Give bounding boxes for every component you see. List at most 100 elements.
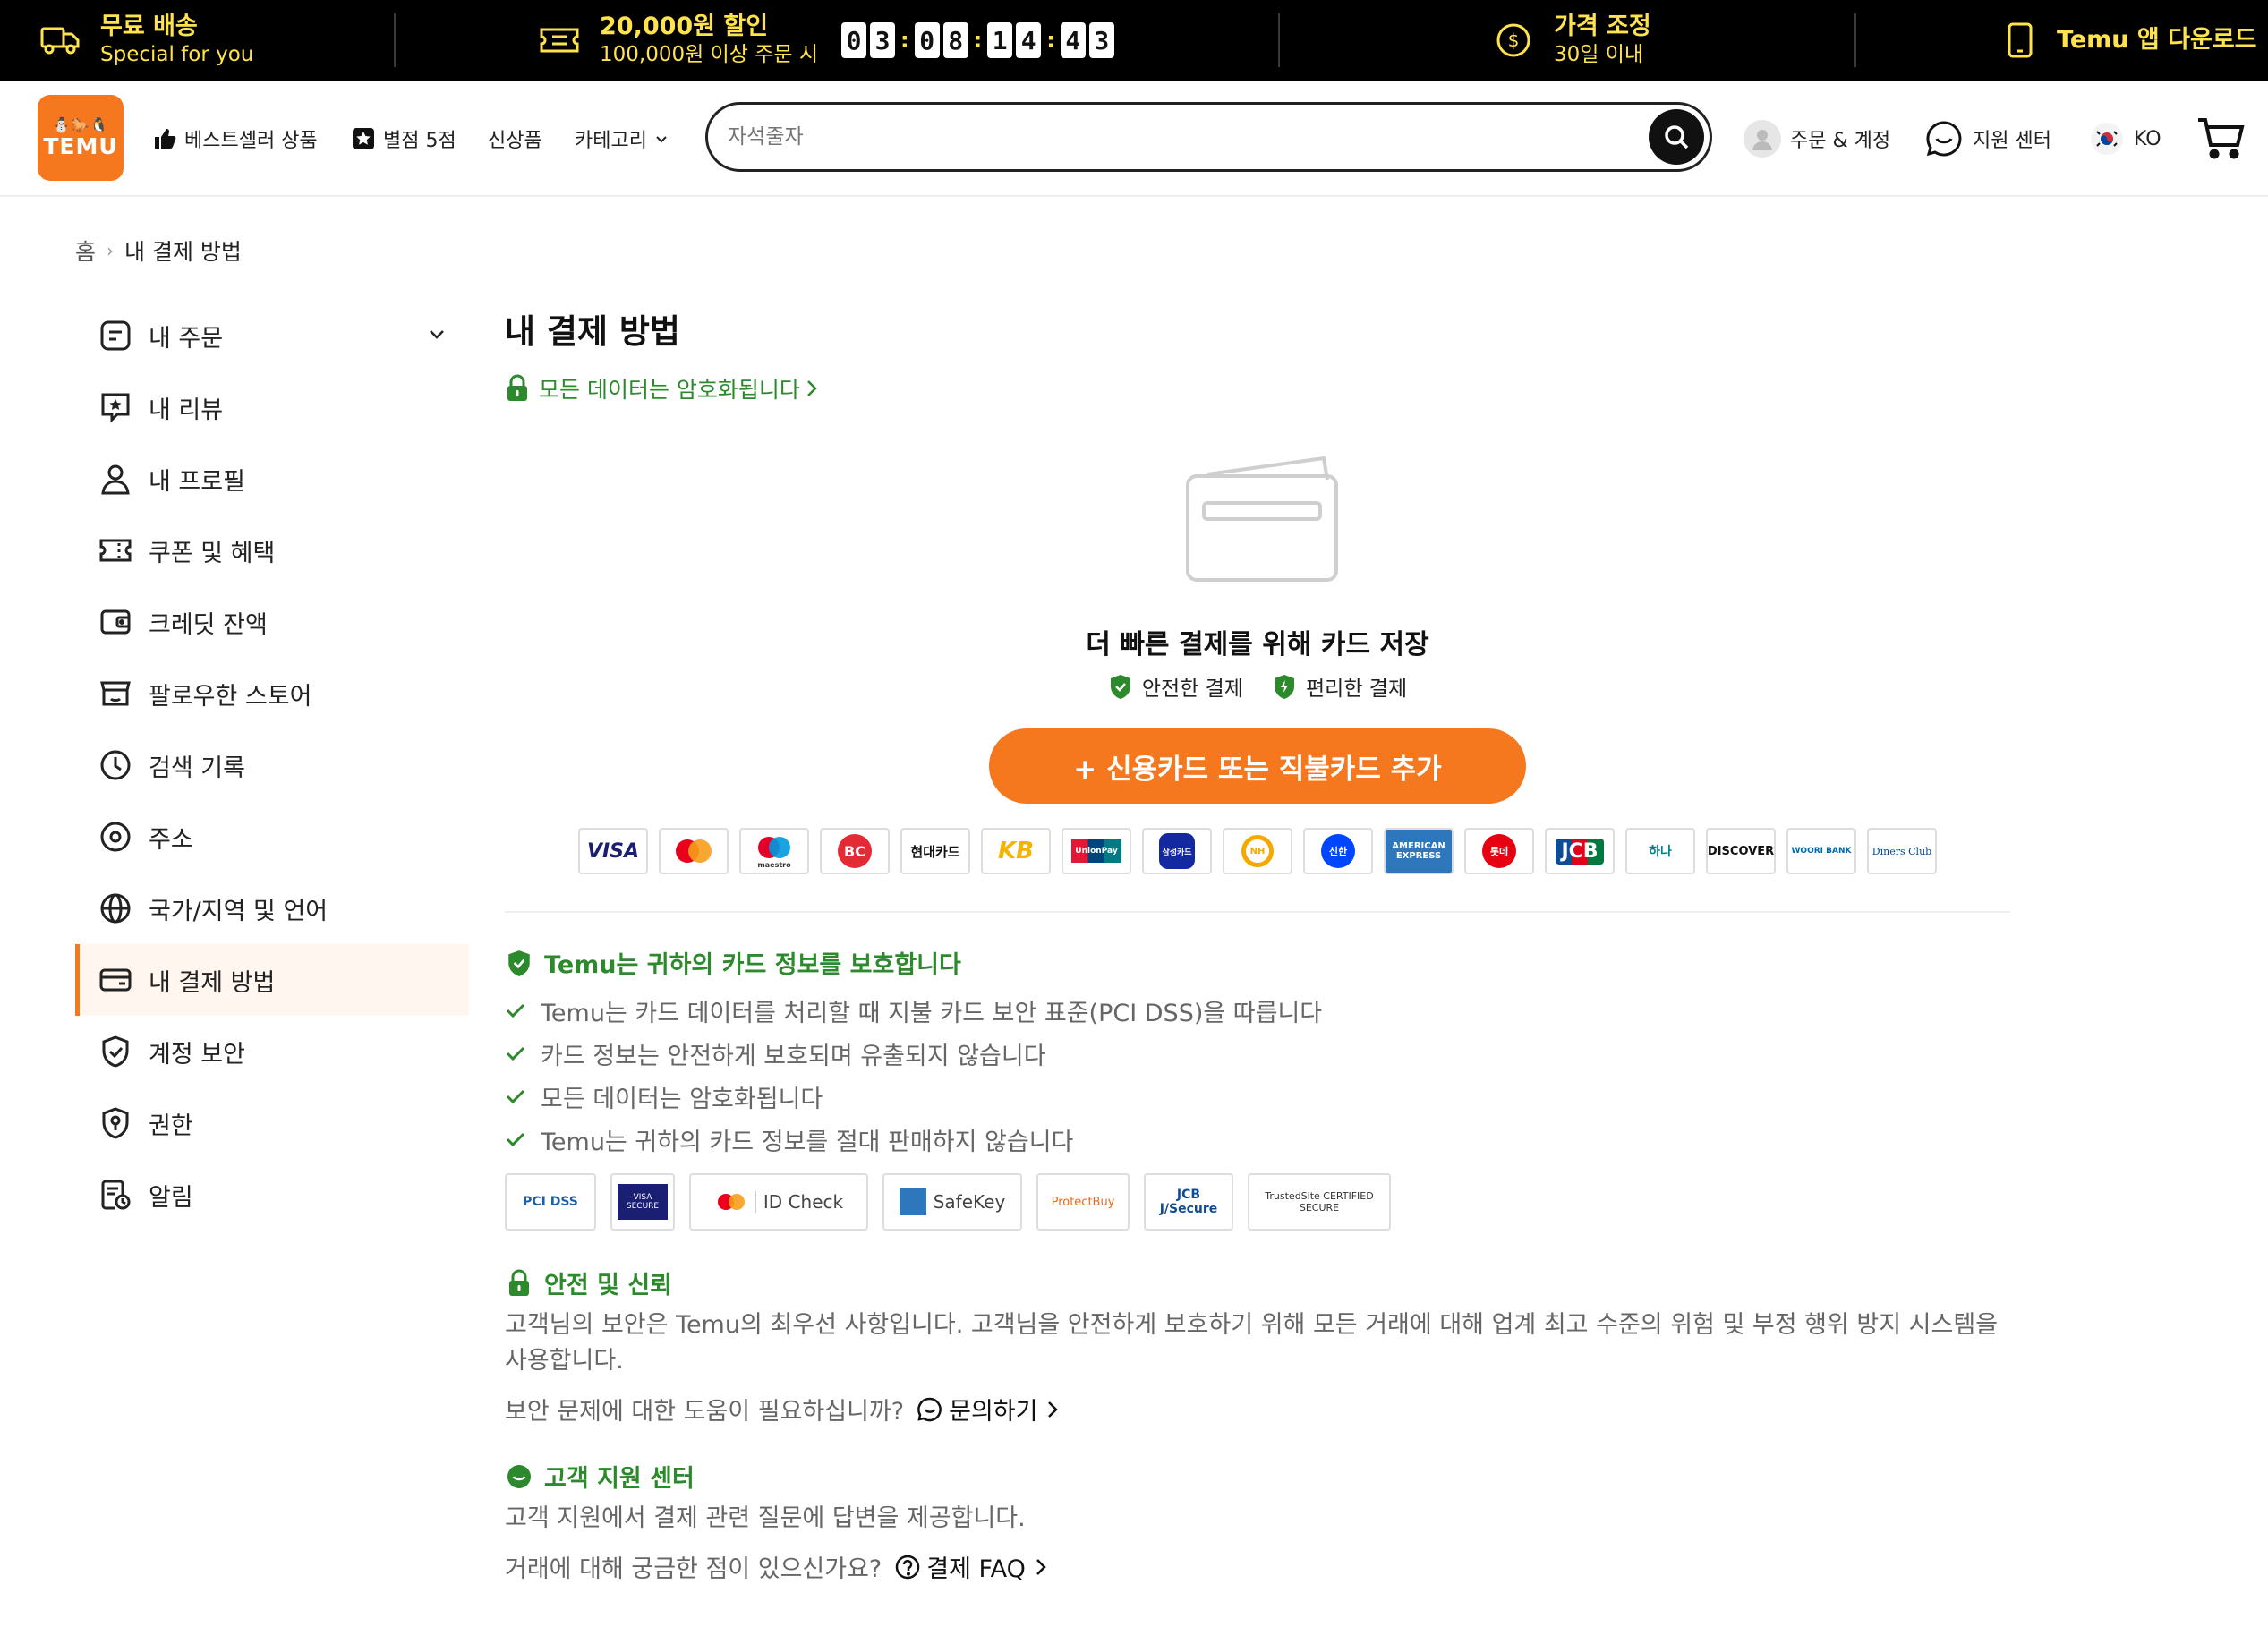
logo-mascots: ⛄🐎🐧 xyxy=(52,116,109,133)
promo-bar: 무료 배송 Special for you 20,000원 할인 100,000… xyxy=(0,0,2268,81)
safety-trust-title: 안전 및 신뢰 xyxy=(544,1272,672,1299)
shield-icon xyxy=(97,1033,134,1070)
id-check-badge: ID Check xyxy=(689,1173,868,1231)
orders-account-button[interactable]: 주문 & 계정 xyxy=(1744,81,1890,197)
store-icon xyxy=(97,675,134,712)
promo-free-shipping-sub: Special for you xyxy=(100,43,254,66)
contact-us-label: 문의하기 xyxy=(949,1398,1038,1426)
globe-icon xyxy=(97,890,134,927)
review-icon xyxy=(97,388,134,426)
contact-us-link[interactable]: 문의하기 xyxy=(917,1392,1059,1427)
nav-five-star-label: 별점 5점 xyxy=(383,130,456,152)
diners-club-logo: Diners Club xyxy=(1867,828,1937,874)
phone-icon xyxy=(1999,20,2041,61)
sidebar-item-label: 내 프로필 xyxy=(149,467,245,496)
hana-card-logo: 하나 xyxy=(1625,828,1695,874)
sidebar-item-account-security[interactable]: 계정 보안 xyxy=(75,1016,469,1087)
save-card-title: 더 빠른 결제를 위해 카드 저장 xyxy=(1086,629,1429,660)
sidebar-item-label: 팔로우한 스토어 xyxy=(149,682,312,711)
cart-button[interactable] xyxy=(2196,81,2245,197)
check-icon xyxy=(505,1129,528,1150)
protection-point-text: 모든 데이터는 암호화됩니다 xyxy=(541,1085,823,1113)
promo-app-download[interactable]: Temu 앱 다운로드 xyxy=(1999,0,2257,81)
chat-support-icon xyxy=(1924,119,1964,158)
promo-price-adjust-sub: 30일 이내 xyxy=(1554,43,1644,66)
lock-icon xyxy=(505,1269,533,1298)
smile-chat-icon xyxy=(505,1462,533,1491)
sidebar-item-credit[interactable]: 크레딧 잔액 xyxy=(75,586,469,658)
card-icon xyxy=(97,961,134,999)
sidebar-item-notifications[interactable]: 알림 xyxy=(75,1159,469,1231)
page-title: 내 결제 방법 xyxy=(505,312,680,351)
timer-digit: 1 xyxy=(987,22,1013,58)
nav-bestseller-label: 베스트셀러 상품 xyxy=(184,130,318,152)
support-center-button[interactable]: 지원 센터 xyxy=(1924,81,2051,197)
search-button[interactable] xyxy=(1649,109,1704,165)
sidebar-item-search-history[interactable]: 검색 기록 xyxy=(75,729,469,801)
sidebar-item-region-language[interactable]: 국가/지역 및 언어 xyxy=(75,873,469,944)
protection-point-text: 카드 정보는 안전하게 보호되며 유출되지 않습니다 xyxy=(541,1042,1046,1070)
truck-icon xyxy=(39,20,81,61)
protection-point-text: Temu는 카드 데이터를 처리할 때 지불 카드 보안 표준(PCI DSS)… xyxy=(541,999,1323,1027)
profile-icon xyxy=(97,460,134,498)
nav-five-star[interactable]: 별점 5점 xyxy=(351,81,456,197)
coupon-ticket-icon xyxy=(539,20,580,61)
customer-support-description: 고객 지원에서 결제 관련 질문에 답변을 제공합니다. xyxy=(505,1504,1026,1532)
easy-payment-badge: 편리한 결제 xyxy=(1272,671,1407,702)
language-selector[interactable]: KO xyxy=(2091,81,2161,197)
sidebar-item-orders[interactable]: 내 주문 xyxy=(75,300,469,371)
safe-payment-label: 안전한 결제 xyxy=(1141,677,1243,701)
promo-price-adjust[interactable]: $ 가격 조정 30일 이내 xyxy=(1493,0,1651,81)
pci-dss-badge: PCI DSS xyxy=(505,1173,596,1231)
search-input[interactable] xyxy=(728,125,1605,149)
price-adjust-icon: $ xyxy=(1493,20,1534,61)
protection-point: 카드 정보는 안전하게 보호되며 유출되지 않습니다 xyxy=(505,1032,1405,1075)
search-icon xyxy=(1662,123,1691,151)
location-icon xyxy=(97,818,134,856)
payment-faq-link[interactable]: 결제 FAQ xyxy=(894,1549,1047,1584)
sidebar-item-coupons[interactable]: 쿠폰 및 혜택 xyxy=(75,515,469,586)
customer-support-section: 고객 지원 센터 고객 지원에서 결제 관련 질문에 답변을 제공합니다. 거래… xyxy=(505,1459,2010,1584)
clock-icon xyxy=(97,746,134,784)
promo-discount[interactable]: 20,000원 할인 100,000원 이상 주문 시 0 3 : 0 8 : … xyxy=(539,0,1118,81)
sidebar-item-label: 국가/지역 및 언어 xyxy=(149,897,328,925)
order-icon xyxy=(97,317,134,354)
nav-bestseller[interactable]: 베스트셀러 상품 xyxy=(152,81,318,197)
promo-discount-sub: 100,000원 이상 주문 시 xyxy=(600,43,819,66)
sidebar-item-followed-stores[interactable]: 팔로우한 스토어 xyxy=(75,658,469,729)
support-help-question: 거래에 대해 궁금한 점이 있으신가요? xyxy=(505,1555,882,1583)
question-circle-icon xyxy=(894,1554,921,1580)
nav-category[interactable]: 카테고리 xyxy=(575,81,669,197)
maestro-logo: maestro xyxy=(739,828,809,874)
encryption-link[interactable]: 모든 데이터는 암호화됩니다 xyxy=(505,372,2010,405)
kb-card-logo: KB xyxy=(981,828,1051,874)
sidebar-item-permissions[interactable]: 권한 xyxy=(75,1087,469,1159)
bc-card-logo: BC xyxy=(820,828,890,874)
promo-free-shipping[interactable]: 무료 배송 Special for you xyxy=(39,0,253,81)
sidebar-item-reviews[interactable]: 내 리뷰 xyxy=(75,371,469,443)
section-divider xyxy=(505,911,2010,913)
timer-digit: 4 xyxy=(1016,22,1042,58)
safety-trust-heading: 안전 및 신뢰 xyxy=(505,1265,2010,1300)
safety-trust-section: 안전 및 신뢰 고객님의 보안은 Temu의 최우선 사항입니다. 고객님을 안… xyxy=(505,1265,2010,1427)
add-card-button[interactable]: + 신용카드 또는 직불카드 추가 xyxy=(989,728,1526,804)
protectbuy-badge: ProtectBuy xyxy=(1036,1173,1130,1231)
jcb-jsecure-badge: JCB J/Secure xyxy=(1144,1173,1233,1231)
chevron-down-icon[interactable] xyxy=(426,323,448,351)
breadcrumb-separator: › xyxy=(107,240,115,261)
sidebar-item-address[interactable]: 주소 xyxy=(75,801,469,873)
sidebar-item-profile[interactable]: 내 프로필 xyxy=(75,443,469,515)
payment-method-logos: VISA maestro BC 현대카드 KB UnionPay 삼성카드 NH… xyxy=(578,828,1948,874)
breadcrumb-current: 내 결제 방법 xyxy=(124,239,242,265)
thumbs-up-icon xyxy=(152,126,177,151)
sidebar-item-label: 주소 xyxy=(149,825,193,854)
check-icon xyxy=(505,1000,528,1021)
temu-logo[interactable]: ⛄🐎🐧 TEMU xyxy=(38,95,124,181)
sidebar-item-payment-methods[interactable]: 내 결제 방법 xyxy=(75,944,469,1016)
nav-new[interactable]: 신상품 xyxy=(488,81,542,197)
timer-digit: 3 xyxy=(870,22,896,58)
check-icon xyxy=(505,1043,528,1064)
promo-discount-title: 20,000원 할인 xyxy=(600,13,769,40)
breadcrumb-home[interactable]: 홈 xyxy=(75,234,96,267)
timer-digit: 4 xyxy=(1060,22,1086,58)
